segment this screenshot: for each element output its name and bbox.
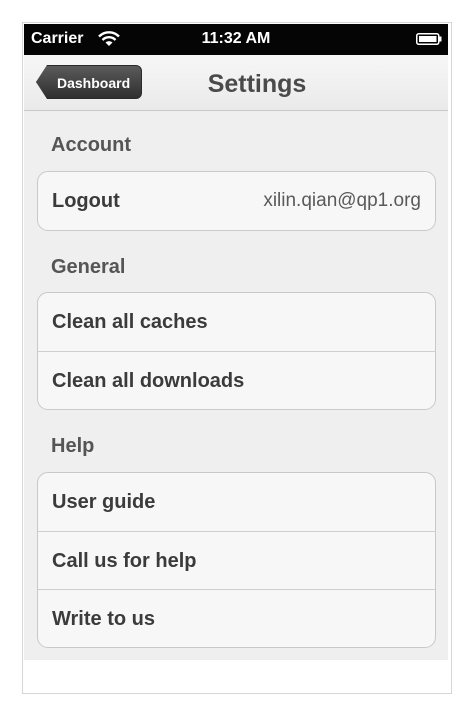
write-to-us-label: Write to us [52,608,155,630]
section-header-general: General [51,256,126,278]
account-email: xilin.qian@qp1.org [263,190,421,211]
user-guide-label: User guide [52,491,156,513]
page-title: Settings [207,70,307,98]
navigation-bar: Dashboard Settings [24,55,448,111]
call-help-cell[interactable]: Call us for help [38,531,435,589]
status-time: 11:32 AM [201,30,271,47]
section-header-account: Account [51,134,131,156]
write-to-us-cell[interactable]: Write to us [38,589,435,647]
general-group: Clean all caches Clean all downloads [37,292,436,410]
clean-caches-cell[interactable]: Clean all caches [38,293,435,351]
section-header-help: Help [51,435,95,457]
status-bar: Carrier 11:32 AM [24,24,448,55]
user-guide-cell[interactable]: User guide [38,473,435,531]
clean-caches-label: Clean all caches [52,311,208,333]
call-help-label: Call us for help [52,550,197,572]
device-screen: Carrier 11:32 AM Dashboard Settings Acco… [24,24,448,660]
account-group: Logout xilin.qian@qp1.org [37,171,436,231]
clean-downloads-cell[interactable]: Clean all downloads [38,351,435,409]
logout-cell[interactable]: Logout xilin.qian@qp1.org [38,172,435,230]
battery-icon [416,33,442,45]
logout-label: Logout [52,190,120,212]
clean-downloads-label: Clean all downloads [52,370,245,392]
help-group: User guide Call us for help Write to us [37,472,436,648]
